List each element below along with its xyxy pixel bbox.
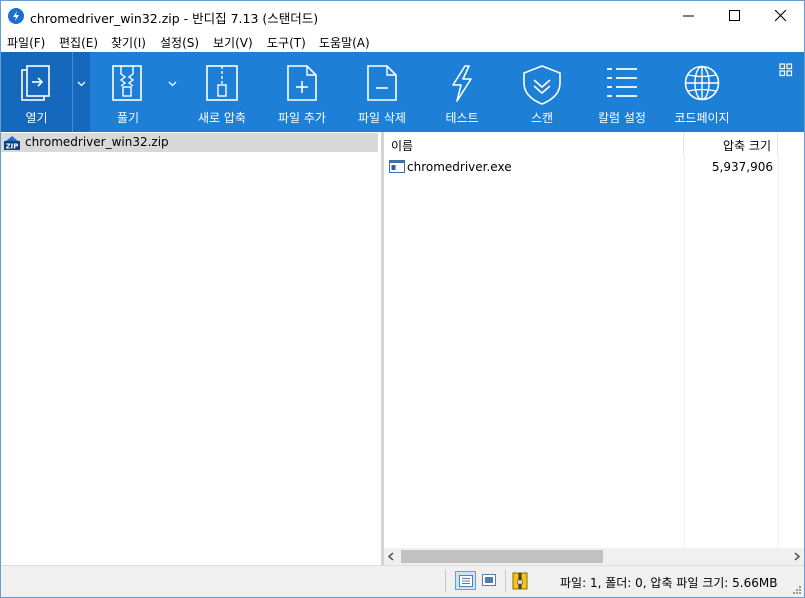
menu-bar: 파일(F) 편집(E) 찾기(I) 설정(S) 보기(V) 도구(T) 도움말(… xyxy=(1,31,804,52)
globe-icon xyxy=(684,65,720,101)
executable-file-icon xyxy=(389,160,405,173)
table-row[interactable]: chromedriver.exe 5,937,906 xyxy=(384,158,779,176)
toolbar: 열기 풀기 새로 압축 파일 추가 파일 삭제 테스트 스캔 칼럼 설정 코드페… xyxy=(1,52,804,138)
status-separator xyxy=(445,570,446,592)
menu-file[interactable]: 파일(F) xyxy=(7,34,45,51)
column-settings-button[interactable]: 칼럼 설정 xyxy=(587,52,657,132)
extract-dropdown-chevron-icon[interactable] xyxy=(168,81,177,87)
test-lightning-icon xyxy=(452,65,472,102)
status-bar: 파일: 1, 폴더: 0, 압축 파일 크기: 5.66MB xyxy=(1,565,804,597)
scan-button[interactable]: 스캔 xyxy=(507,52,577,132)
horizontal-scrollbar[interactable] xyxy=(384,548,804,565)
scrollbar-thumb[interactable] xyxy=(401,550,603,563)
scroll-left-arrow-icon[interactable] xyxy=(387,552,395,561)
extract-icon xyxy=(112,65,142,101)
minimize-button[interactable] xyxy=(666,1,712,31)
open-icon xyxy=(21,65,50,101)
delete-file-label: 파일 삭제 xyxy=(358,111,406,125)
column-header-size-label: 압축 크기 xyxy=(723,139,771,153)
column-header-name[interactable]: 이름 xyxy=(384,132,684,156)
menu-tools[interactable]: 도구(T) xyxy=(267,34,306,51)
menu-settings[interactable]: 설정(S) xyxy=(160,34,199,51)
zip-archive-icon: ZIP xyxy=(4,136,20,151)
open-label: 열기 xyxy=(25,111,48,125)
menu-help[interactable]: 도움말(A) xyxy=(319,34,370,51)
open-dropdown-chevron-icon[interactable] xyxy=(77,81,86,87)
codepage-label: 코드페이지 xyxy=(674,111,730,125)
new-archive-icon xyxy=(206,65,238,101)
title-bar: chromedriver_win32.zip - 반디집 7.13 (스탠더드) xyxy=(1,1,804,31)
new-archive-button[interactable]: 새로 압축 xyxy=(187,52,257,132)
close-button[interactable] xyxy=(758,1,804,31)
menu-edit[interactable]: 편집(E) xyxy=(59,34,98,51)
add-file-label: 파일 추가 xyxy=(278,111,326,125)
file-list-pane: 이름 압축 크기 chromedriver.exe 5,937,906 xyxy=(384,132,804,548)
extract-button[interactable]: 풀기 xyxy=(97,52,159,132)
column-settings-label: 칼럼 설정 xyxy=(598,111,646,125)
columns-icon xyxy=(607,68,637,97)
test-label: 테스트 xyxy=(445,111,479,125)
open-split-divider xyxy=(72,52,73,132)
new-archive-label: 새로 압축 xyxy=(198,111,246,125)
test-button[interactable]: 테스트 xyxy=(427,52,497,132)
menu-find[interactable]: 찾기(I) xyxy=(111,34,146,51)
details-view-button[interactable] xyxy=(455,571,476,590)
column-header-name-label: 이름 xyxy=(391,139,414,153)
svg-text:ZIP: ZIP xyxy=(6,143,19,151)
thumbnail-view-button[interactable] xyxy=(479,571,500,590)
bandizip-logo-icon xyxy=(8,8,24,24)
file-size-cell: 5,937,906 xyxy=(711,160,773,174)
open-button[interactable]: 열기 xyxy=(1,52,72,132)
status-separator xyxy=(505,570,506,592)
file-name-cell: chromedriver.exe xyxy=(407,160,512,174)
codepage-button[interactable]: 코드페이지 xyxy=(667,52,737,132)
window-title: chromedriver_win32.zip - 반디집 7.13 (스탠더드) xyxy=(30,11,319,26)
details-view-icon xyxy=(459,575,473,587)
delete-file-icon xyxy=(367,65,397,101)
layout-grid-icon[interactable] xyxy=(779,63,793,77)
archive-zip-status-icon xyxy=(512,572,528,590)
tree-item-archive-root[interactable]: ZIP chromedriver_win32.zip xyxy=(1,133,378,152)
scan-label: 스캔 xyxy=(530,111,554,125)
status-text: 파일: 1, 폴더: 0, 압축 파일 크기: 5.66MB xyxy=(560,576,778,590)
extract-label: 풀기 xyxy=(116,111,140,125)
column-divider xyxy=(684,156,685,548)
thumbnail-view-icon xyxy=(482,574,496,586)
app-window: chromedriver_win32.zip - 반디집 7.13 (스탠더드)… xyxy=(0,0,805,598)
add-file-button[interactable]: 파일 추가 xyxy=(267,52,337,132)
scroll-right-arrow-icon[interactable] xyxy=(793,552,801,561)
column-divider xyxy=(778,156,779,548)
delete-file-button[interactable]: 파일 삭제 xyxy=(347,52,417,132)
scan-shield-icon xyxy=(523,65,561,105)
column-header-size[interactable]: 압축 크기 xyxy=(684,132,778,156)
menu-view[interactable]: 보기(V) xyxy=(213,34,253,51)
tree-item-label: chromedriver_win32.zip xyxy=(25,135,169,149)
folder-tree-pane: ZIP chromedriver_win32.zip xyxy=(1,132,381,565)
resize-grip-icon[interactable] xyxy=(792,585,802,595)
add-file-icon xyxy=(287,65,317,101)
maximize-button[interactable] xyxy=(712,1,758,31)
